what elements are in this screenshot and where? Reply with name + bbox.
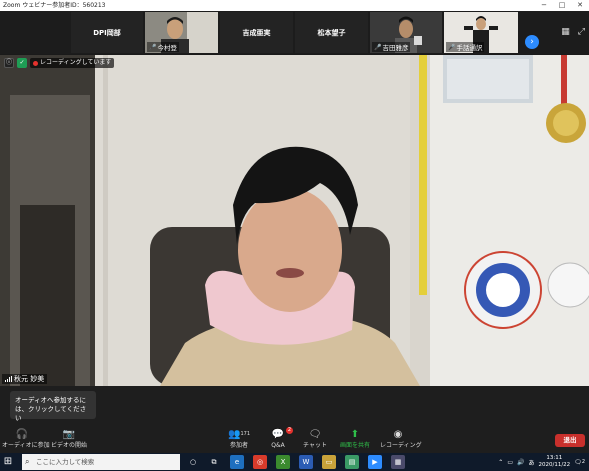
shield-icon[interactable]: ✓ <box>17 58 27 68</box>
speaker-name-label: 秋元 妙美 <box>2 374 48 384</box>
participant-name: DPI岡部 <box>93 29 121 37</box>
active-speaker-video: ⓘ ✓ レコーディングしています 秋元 妙美 <box>0 55 589 386</box>
task-switch-icon[interactable]: ⧉ <box>207 455 221 469</box>
recording-label: レコーディングしています <box>40 59 112 66</box>
search-placeholder: ここに入力して検索 <box>36 458 95 466</box>
qa-badge: 2 <box>285 427 293 434</box>
task-view-icon[interactable]: ○ <box>186 455 200 469</box>
participant-name: 吉成亜実 <box>242 29 271 37</box>
speaker-video-frame <box>0 55 589 386</box>
meeting-toolbar: 🎧 オーディオに参加 📷 ビデオの開始 👥171 参加者 💬 2 Q&A 🗨 チャ… <box>0 427 589 453</box>
notifications-icon[interactable]: 🗨2 <box>574 459 585 466</box>
network-icon[interactable]: ▭ <box>507 459 513 466</box>
start-video-button[interactable]: 📷 ビデオの開始 <box>48 428 90 453</box>
fullscreen-icon[interactable]: ⤢ <box>578 27 585 37</box>
word-icon[interactable]: W <box>299 455 313 469</box>
edge-icon[interactable]: e <box>230 455 244 469</box>
chrome-icon[interactable]: ◎ <box>253 455 267 469</box>
zoom-icon[interactable]: ▶ <box>368 455 382 469</box>
volume-icon[interactable]: 🔊 <box>517 459 524 466</box>
participants-button[interactable]: 👥171 参加者 <box>226 428 252 453</box>
app-icon[interactable]: ▦ <box>391 455 405 469</box>
meeting-controls: オーディオへ参加するには、クリックしてください 🎧 オーディオに参加 📷 ビデオ… <box>0 386 589 453</box>
mic-muted-icon: 🎤 <box>374 43 382 51</box>
participant-name: 松本望子 <box>317 29 346 37</box>
record-icon: ◉ <box>393 429 403 440</box>
participant-tile-okabe[interactable]: DPI岡部 <box>71 12 143 53</box>
tray-expand-icon[interactable]: ⌃ <box>498 459 503 466</box>
headphones-icon: 🎧 <box>15 429 29 440</box>
recording-indicator: レコーディングしています <box>30 58 115 68</box>
mic-muted-icon: 🎤 <box>448 43 456 51</box>
meeting-status: ⓘ ✓ レコーディングしています <box>4 58 115 68</box>
chat-icon: 🗨 <box>308 429 322 440</box>
join-audio-tooltip[interactable]: オーディオへ参加するには、クリックしてください <box>10 391 96 422</box>
minimize-button[interactable]: − <box>535 0 553 11</box>
app-icon[interactable]: ▤ <box>345 455 359 469</box>
participant-gallery: DPI岡部 🎤 今村登 吉成亜実 松本望子 🎤 吉田雅彦 🎤 手話通訳 › ▦ … <box>0 11 589 54</box>
window-titlebar: Zoom ウェビナー参加者ID：560213 − □ ✕ <box>0 0 589 11</box>
leave-button[interactable]: 退出 <box>555 434 585 447</box>
record-button[interactable]: ◉ レコーディング <box>380 428 422 453</box>
participant-tile-matsumoto[interactable]: 松本望子 <box>295 12 368 53</box>
participant-label: 🎤 手話通訳 <box>446 42 485 52</box>
grid-view-icon[interactable]: ▦ <box>561 27 570 37</box>
video-off-icon: 📷 <box>62 429 76 440</box>
search-icon: ⌕ <box>25 457 30 466</box>
share-screen-icon: ⬆ <box>350 429 360 440</box>
participant-tile-yoshinari[interactable]: 吉成亜実 <box>220 12 293 53</box>
mic-muted-icon: 🎤 <box>149 43 157 51</box>
participants-icon: 👥171 <box>228 429 250 440</box>
qa-button[interactable]: 💬 2 Q&A <box>266 427 293 453</box>
participant-tile-imamura[interactable]: 🎤 今村登 <box>145 12 218 53</box>
windows-taskbar: ⊞ ⌕ ここに入力して検索 ○ ⧉ e ◎ X W ▭ ▤ ▶ ▦ ⌃ ▭ 🔊 … <box>0 453 589 471</box>
participants-count: 171 <box>240 431 250 437</box>
participant-tile-interpreter[interactable]: 🎤 手話通訳 <box>444 12 518 53</box>
excel-icon[interactable]: X <box>276 455 290 469</box>
participant-label: 🎤 吉田雅彦 <box>372 42 411 52</box>
windows-start-icon[interactable]: ⊞ <box>2 456 14 468</box>
taskbar-clock[interactable]: 13:11 2020/11/22 <box>538 455 570 469</box>
recording-dot-icon <box>33 60 38 66</box>
chat-button[interactable]: 🗨 チャット <box>302 428 328 453</box>
gallery-next-icon[interactable]: › <box>525 35 539 49</box>
taskbar-search[interactable]: ⌕ ここに入力して検索 <box>22 454 180 470</box>
maximize-button[interactable]: □ <box>553 0 571 11</box>
window-title: Zoom ウェビナー参加者ID：560213 <box>3 2 106 9</box>
audio-level-icon <box>5 376 12 382</box>
join-audio-button[interactable]: 🎧 オーディオに参加 <box>2 428 50 453</box>
qa-icon: 💬 2 <box>271 427 293 440</box>
notification-count: 2 <box>581 458 585 465</box>
system-tray: ⌃ ▭ 🔊 あ 13:11 2020/11/22 🗨2 <box>498 453 585 471</box>
ime-indicator[interactable]: あ <box>528 458 534 467</box>
participant-tile-yoshida[interactable]: 🎤 吉田雅彦 <box>370 12 442 53</box>
close-window-button[interactable]: ✕ <box>571 0 589 11</box>
meeting-info-icon[interactable]: ⓘ <box>4 58 14 68</box>
file-explorer-icon[interactable]: ▭ <box>322 455 336 469</box>
share-screen-button[interactable]: ⬆ 画面を共有 <box>338 428 372 453</box>
speaker-name: 秋元 妙美 <box>14 375 45 383</box>
participant-label: 🎤 今村登 <box>147 42 179 52</box>
